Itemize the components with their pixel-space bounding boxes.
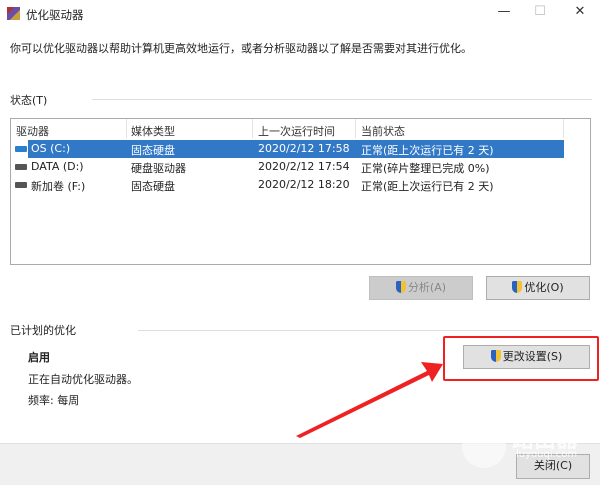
watermark-logo [462, 424, 506, 468]
watermark-url: luyouqi.com [516, 449, 578, 460]
annotation-arrow [296, 362, 443, 438]
footer [0, 443, 600, 485]
